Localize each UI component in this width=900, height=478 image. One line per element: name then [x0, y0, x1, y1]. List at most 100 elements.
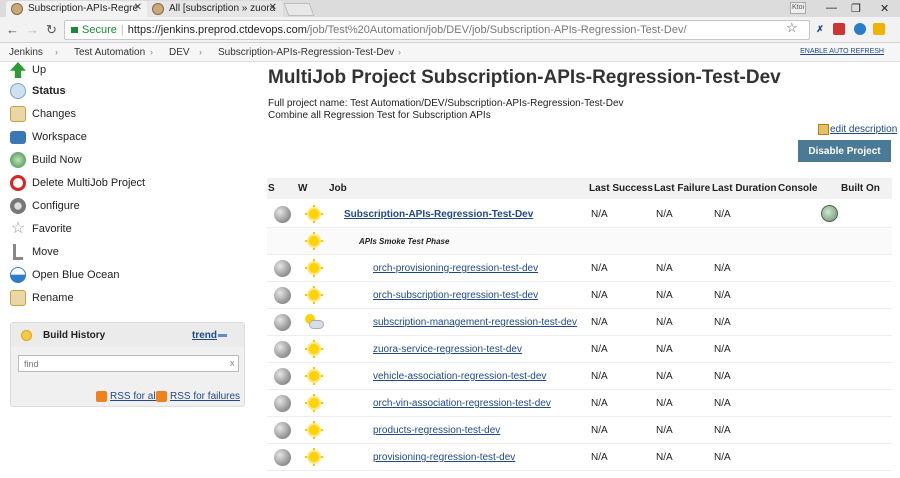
status-ball-icon — [274, 341, 291, 358]
clear-search-icon[interactable]: x — [230, 358, 235, 368]
rss-icon[interactable] — [156, 391, 167, 402]
breadcrumb-jenkins[interactable]: Jenkins — [9, 47, 43, 58]
status-ball-icon — [274, 314, 291, 331]
browser-tab-active[interactable]: Subscription-APIs-Regre ✕ — [6, 1, 148, 17]
close-icon[interactable]: ✕ — [134, 2, 142, 13]
last-duration: N/A — [714, 317, 731, 328]
extension-red-icon[interactable] — [833, 23, 845, 35]
rss-icon[interactable] — [96, 391, 107, 402]
bookmark-star-icon[interactable]: ☆ — [786, 20, 798, 36]
chevron-right-icon[interactable]: › — [199, 47, 202, 57]
edit-icon[interactable] — [818, 124, 829, 135]
sunny-weather-icon — [305, 286, 323, 304]
extension-yellow-icon[interactable] — [873, 23, 885, 35]
job-link[interactable]: Subscription-APIs-Regression-Test-Dev — [344, 209, 533, 220]
url-host: https://jenkins.preprod.ctdevops.com — [127, 24, 307, 36]
breadcrumb: Jenkins › Test Automation › DEV › Subscr… — [0, 43, 900, 62]
last-success: N/A — [591, 371, 608, 382]
full-project-name: Full project name: Test Automation/DEV/S… — [268, 98, 624, 109]
rss-failures-link[interactable]: RSS for failures — [170, 391, 240, 402]
chevron-right-icon[interactable]: › — [150, 47, 153, 57]
window-close-icon[interactable]: ✕ — [880, 2, 889, 15]
job-link[interactable]: products-regression-test-dev — [373, 425, 500, 436]
trend-icon[interactable] — [218, 334, 227, 337]
table-row: orch-subscription-regression-test-dev N/… — [267, 282, 892, 309]
edit-description-link[interactable]: edit description — [830, 124, 897, 135]
job-link[interactable]: provisioning-regression-test-dev — [373, 452, 515, 463]
job-link[interactable]: orch-provisioning-regression-test-dev — [373, 263, 538, 274]
breadcrumb-test-automation[interactable]: Test Automation — [74, 47, 145, 58]
last-duration: N/A — [714, 425, 731, 436]
breadcrumb-project[interactable]: Subscription-APIs-Regression-Test-Dev — [218, 47, 394, 58]
magnifier-icon — [10, 83, 26, 99]
extension-globe-icon[interactable] — [854, 23, 866, 35]
job-link[interactable]: zuora-service-regression-test-dev — [373, 344, 522, 355]
console-output-icon[interactable] — [821, 205, 838, 222]
sidebar-item-label: Move — [32, 246, 59, 258]
last-failure: N/A — [656, 344, 673, 355]
last-duration: N/A — [714, 209, 731, 220]
lock-icon — [71, 27, 78, 33]
status-ball-icon — [274, 206, 291, 223]
last-duration: N/A — [714, 344, 731, 355]
status-ball-icon — [274, 395, 291, 412]
breadcrumb-dev[interactable]: DEV — [169, 47, 190, 58]
last-success: N/A — [591, 344, 608, 355]
table-row: products-regression-test-dev N/A N/A N/A — [267, 417, 892, 444]
enable-auto-refresh-link[interactable]: ENABLE AUTO REFRESH — [800, 48, 884, 55]
extension-x-icon[interactable]: ✗ — [814, 23, 826, 35]
build-history-search-input[interactable] — [18, 355, 239, 372]
sidebar-item-label: Open Blue Ocean — [32, 269, 120, 281]
forward-arrow-icon[interactable]: → — [26, 22, 39, 37]
job-link[interactable]: vehicle-association-regression-test-dev — [373, 371, 546, 382]
table-row: zuora-service-regression-test-dev N/A N/… — [267, 336, 892, 363]
chevron-right-icon[interactable]: › — [398, 47, 401, 57]
maximize-icon[interactable]: ❐ — [851, 2, 861, 15]
move-icon — [13, 244, 23, 260]
column-header-job: Job — [329, 183, 347, 194]
star-icon: ☆ — [10, 220, 26, 237]
last-failure: N/A — [656, 398, 673, 409]
sidebar-item-label: Build Now — [32, 154, 82, 166]
reload-icon[interactable]: ↻ — [46, 22, 57, 38]
last-duration: N/A — [714, 263, 731, 274]
disable-project-button[interactable]: Disable Project — [798, 140, 891, 162]
status-ball-icon — [274, 368, 291, 385]
notepad-icon — [10, 106, 26, 122]
new-tab-button[interactable] — [283, 3, 315, 16]
job-link[interactable]: orch-vin-association-regression-test-dev — [373, 398, 551, 409]
build-history-panel: Build History trend x RSS for all RSS fo… — [10, 322, 245, 407]
sidebar-item-label: Changes — [32, 108, 77, 120]
close-icon[interactable]: ✕ — [269, 2, 277, 13]
sidebar-item-label: Delete MultiJob Project — [32, 177, 146, 189]
sidebar-item-label: Up — [32, 64, 47, 76]
trend-link[interactable]: trend — [192, 330, 217, 341]
last-success: N/A — [591, 398, 608, 409]
column-header-console: Console — [778, 183, 818, 194]
browser-tab-strip: Subscription-APIs-Regre ✕ All [subscript… — [0, 0, 900, 17]
back-arrow-icon[interactable]: ← — [6, 22, 19, 37]
column-header-weather: W — [298, 183, 308, 194]
tab-title: All [subscription » zuora — [169, 3, 276, 14]
rss-all-link[interactable]: RSS for all — [110, 391, 158, 402]
url-path: /job/Test%20Automation/job/DEV/job/Subsc… — [306, 24, 687, 36]
no-entry-icon — [10, 175, 26, 191]
sidebar-item-label: Workspace — [32, 131, 87, 143]
minimize-icon[interactable]: — — [826, 2, 837, 14]
last-failure: N/A — [656, 263, 673, 274]
blue-ocean-icon — [10, 267, 26, 283]
address-bar[interactable]: Secure | https://jenkins.preprod.ctdevops.… — [64, 20, 810, 40]
table-row: provisioning-regression-test-dev N/A N/A… — [267, 444, 892, 471]
table-row: orch-vin-association-regression-test-dev… — [267, 390, 892, 417]
last-failure: N/A — [656, 290, 673, 301]
job-link[interactable]: orch-subscription-regression-test-dev — [373, 290, 538, 301]
chevron-right-icon[interactable]: › — [55, 47, 58, 57]
phase-row: APIs Smoke Test Phase — [267, 228, 892, 255]
sunny-weather-icon — [305, 448, 323, 466]
column-header-status: S — [268, 183, 275, 194]
browser-tab[interactable]: All [subscription » zuora ✕ — [147, 1, 283, 17]
gear-icon — [10, 198, 26, 214]
last-duration: N/A — [714, 371, 731, 382]
job-link[interactable]: subscription-management-regression-test-… — [373, 317, 577, 328]
profile-button[interactable]: Ktoi — [790, 2, 806, 14]
